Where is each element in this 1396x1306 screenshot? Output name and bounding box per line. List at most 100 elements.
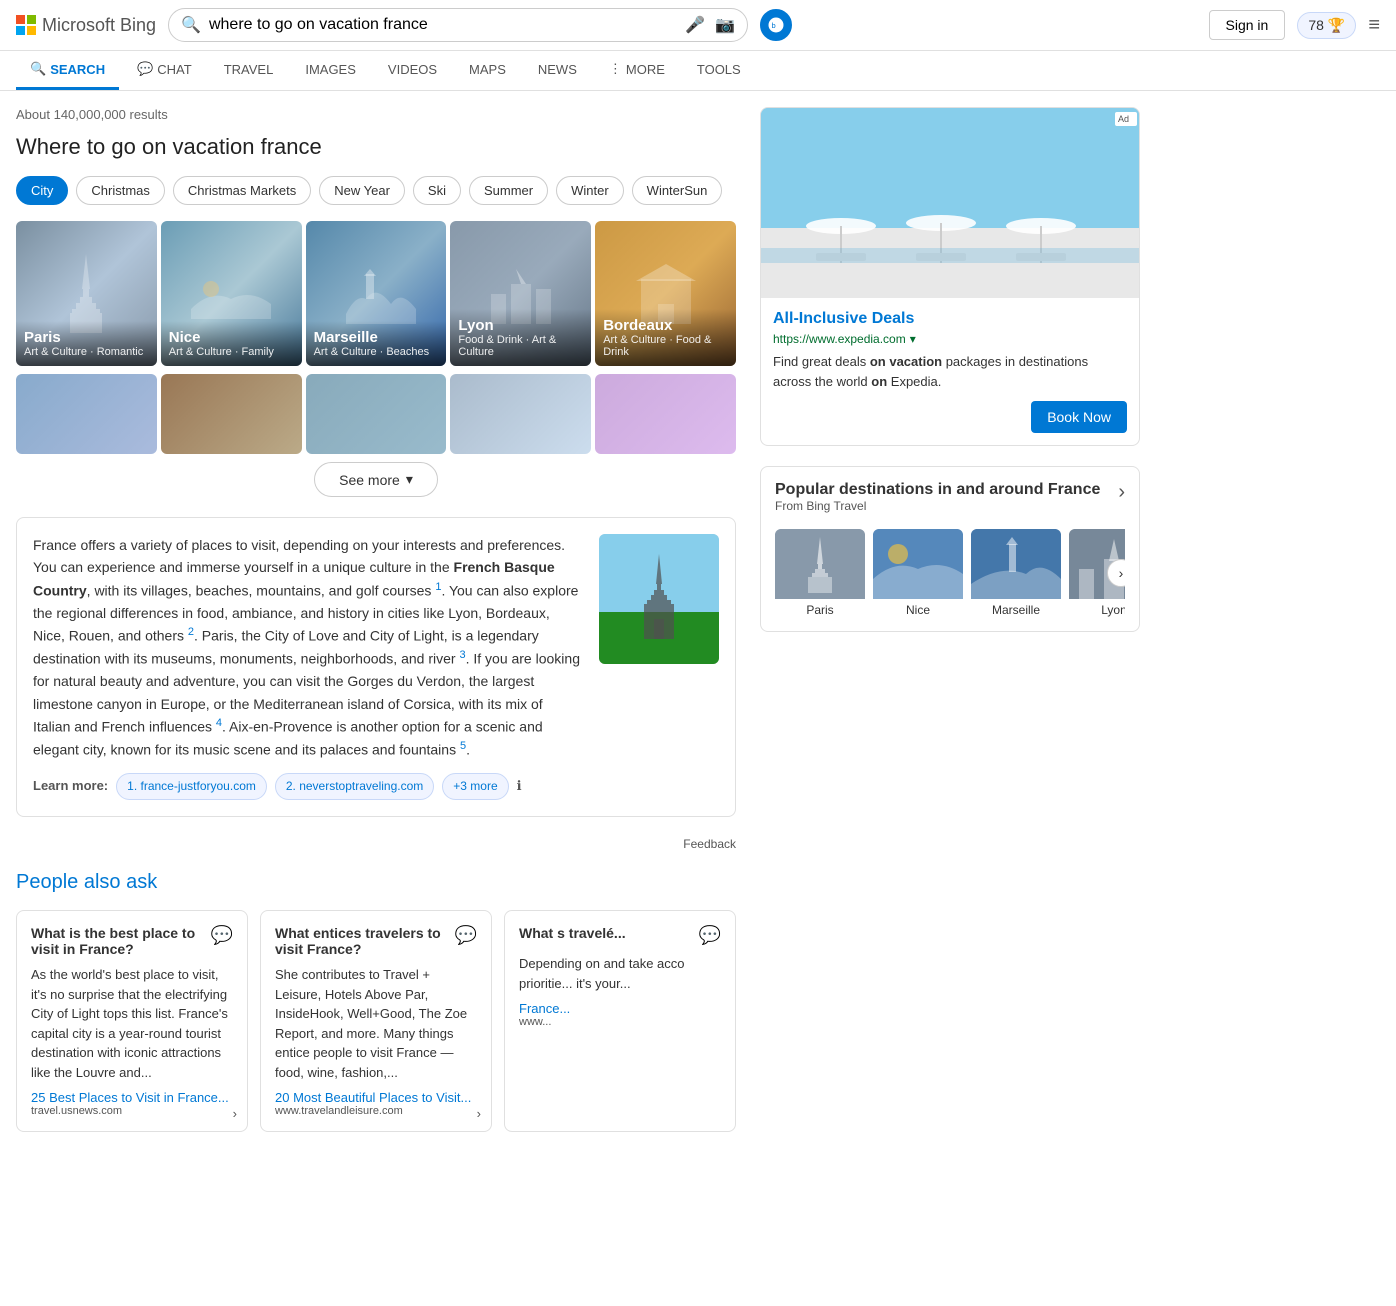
camera-button[interactable]: 📷 xyxy=(715,15,735,35)
dest-card-paris[interactable]: Paris xyxy=(775,529,865,617)
popular-destinations-section: Popular destinations in and around Franc… xyxy=(760,466,1140,632)
dest-card-nice[interactable]: Nice xyxy=(873,529,963,617)
sign-in-button[interactable]: Sign in xyxy=(1209,10,1286,40)
city-card-row2-3[interactable] xyxy=(306,374,447,454)
filter-chip-ski[interactable]: Ski xyxy=(413,176,461,205)
city-card-marseille[interactable]: Marseille Art & Culture · Beaches xyxy=(306,221,447,366)
search-icon: 🔍 xyxy=(181,15,201,35)
filter-chip-wintersun[interactable]: WinterSun xyxy=(632,176,723,205)
points-value: 78 xyxy=(1308,17,1324,33)
points-badge: 78 🏆 xyxy=(1297,12,1356,39)
nav-item-travel[interactable]: TRAVEL xyxy=(210,52,288,90)
ad-url: https://www.expedia.com ▾ xyxy=(773,332,1127,346)
chat-nav-icon: 💬 xyxy=(137,61,153,77)
filter-chip-city[interactable]: City xyxy=(16,176,68,205)
chat-bubble-icon-1: 💬 xyxy=(211,925,233,946)
nav-bar: 🔍 SEARCH 💬 CHAT TRAVEL IMAGES VIDEOS MAP… xyxy=(0,51,1396,91)
marseille-name: Marseille xyxy=(314,329,439,346)
city-card-paris[interactable]: Paris Art & Culture · Romantic xyxy=(16,221,157,366)
filter-chip-christmas[interactable]: Christmas xyxy=(76,176,165,205)
paa-answer-1: As the world's best place to visit, it's… xyxy=(31,965,233,1082)
filter-chip-christmas-markets[interactable]: Christmas Markets xyxy=(173,176,311,205)
mic-button[interactable]: 🎤 xyxy=(685,15,705,35)
logo-area: Microsoft Bing xyxy=(16,15,156,36)
people-also-ask-section: People also ask What is the best place t… xyxy=(16,871,736,1132)
nav-item-search[interactable]: 🔍 SEARCH xyxy=(16,51,119,90)
source-link-1[interactable]: 1. france-justforyou.com xyxy=(116,773,267,800)
paa-title: People also ask xyxy=(16,871,736,894)
results-count: About 140,000,000 results xyxy=(16,107,736,122)
ad-content: All-Inclusive Deals https://www.expedia.… xyxy=(761,298,1139,445)
main-content: About 140,000,000 results Where to go on… xyxy=(16,107,736,1132)
city-card-row2-4[interactable] xyxy=(450,374,591,454)
dest-name-nice: Nice xyxy=(873,603,963,617)
city-card-lyon[interactable]: Lyon Food & Drink · Art & Culture xyxy=(450,221,591,366)
see-more-button[interactable]: See more ▾ xyxy=(314,462,438,497)
book-now-button[interactable]: Book Now xyxy=(1031,401,1127,433)
popular-header: Popular destinations in and around Franc… xyxy=(775,481,1125,525)
hamburger-menu[interactable]: ≡ xyxy=(1368,14,1380,37)
info-icon[interactable]: ℹ xyxy=(517,776,522,797)
city-card-nice[interactable]: Nice Art & Culture · Family xyxy=(161,221,302,366)
feedback-link[interactable]: Feedback xyxy=(16,837,736,851)
paa-link-1[interactable]: 25 Best Places to Visit in France... tra… xyxy=(31,1090,233,1117)
nice-name: Nice xyxy=(169,329,294,346)
svg-text:b: b xyxy=(772,21,776,30)
nav-item-tools[interactable]: TOOLS xyxy=(683,52,755,90)
ellipsis-icon: ⋮ xyxy=(609,61,622,77)
city-card-bordeaux[interactable]: Bordeaux Art & Culture · Food & Drink xyxy=(595,221,736,366)
nav-item-more[interactable]: ⋮ MORE xyxy=(595,51,679,90)
paa-question-2: What entices travelers to visit France? … xyxy=(275,925,477,957)
dest-name-lyon: Lyon xyxy=(1069,603,1125,617)
see-more-label: See more xyxy=(339,472,400,488)
paa-grid: What is the best place to visit in Franc… xyxy=(16,910,736,1132)
nav-item-maps[interactable]: MAPS xyxy=(455,52,520,90)
nav-item-videos[interactable]: VIDEOS xyxy=(374,52,451,90)
microsoft-logo xyxy=(16,15,36,35)
bing-icon: b xyxy=(767,16,785,34)
dest-name-paris: Paris xyxy=(775,603,865,617)
popular-arrow-right[interactable]: › xyxy=(1118,481,1125,504)
bing-chat-button[interactable]: b xyxy=(760,9,792,41)
city-card-row2-5[interactable] xyxy=(595,374,736,454)
ad-description: Find great deals on vacation packages in… xyxy=(773,352,1127,391)
bordeaux-tags: Art & Culture · Food & Drink xyxy=(603,334,728,358)
nav-item-images[interactable]: IMAGES xyxy=(291,52,370,90)
paa-link-3[interactable]: France... www... xyxy=(519,1001,721,1028)
paa-question-1: What is the best place to visit in Franc… xyxy=(31,925,233,957)
dest-image-marseille xyxy=(971,529,1061,599)
paa-answer-2: She contributes to Travel + Leisure, Hot… xyxy=(275,965,477,1082)
filter-chip-new-year[interactable]: New Year xyxy=(319,176,405,205)
sidebar: Ad All-Inclusive Deals https://www.exped… xyxy=(760,107,1140,1132)
svg-text:Ad: Ad xyxy=(1118,114,1129,124)
header: Microsoft Bing 🔍 🎤 📷 b Sign in 78 🏆 ≡ xyxy=(0,0,1396,51)
filter-chip-summer[interactable]: Summer xyxy=(469,176,548,205)
filter-chips: City Christmas Christmas Markets New Yea… xyxy=(16,176,736,205)
paa-link-2[interactable]: 20 Most Beautiful Places to Visit... www… xyxy=(275,1090,477,1117)
header-right: Sign in 78 🏆 ≡ xyxy=(1209,10,1381,40)
search-input[interactable] xyxy=(209,16,677,34)
bing-logo-text: Microsoft Bing xyxy=(42,15,156,36)
chevron-down-icon: ▾ xyxy=(406,471,413,488)
search-action-icons: 🎤 📷 xyxy=(685,15,735,35)
popular-title: Popular destinations in and around Franc… xyxy=(775,481,1100,499)
paa-answer-3: Depending on and take acco prioritie... … xyxy=(519,954,721,993)
nav-item-chat[interactable]: 💬 CHAT xyxy=(123,51,206,90)
dropdown-icon: ▾ xyxy=(910,332,916,346)
source-link-2[interactable]: 2. neverstoptraveling.com xyxy=(275,773,434,800)
filter-chip-winter[interactable]: Winter xyxy=(556,176,624,205)
learn-more-section: Learn more: 1. france-justforyou.com 2. … xyxy=(33,773,583,800)
city-card-row2-2[interactable] xyxy=(161,374,302,454)
expand-icon-1[interactable]: › xyxy=(233,1106,237,1121)
expand-icon-2[interactable]: › xyxy=(477,1106,481,1121)
nav-item-news[interactable]: NEWS xyxy=(524,52,591,90)
paa-question-3: What s travelé... 💬 xyxy=(519,925,721,946)
description-text: France offers a variety of places to vis… xyxy=(33,534,583,800)
more-sources-button[interactable]: +3 more xyxy=(442,773,508,800)
paris-name: Paris xyxy=(24,329,149,346)
dest-card-marseille[interactable]: Marseille xyxy=(971,529,1061,617)
city-card-row2-1[interactable] xyxy=(16,374,157,454)
popular-header-text: Popular destinations in and around Franc… xyxy=(775,481,1100,525)
ad-box: Ad All-Inclusive Deals https://www.exped… xyxy=(760,107,1140,446)
paa-card-1: What is the best place to visit in Franc… xyxy=(16,910,248,1132)
